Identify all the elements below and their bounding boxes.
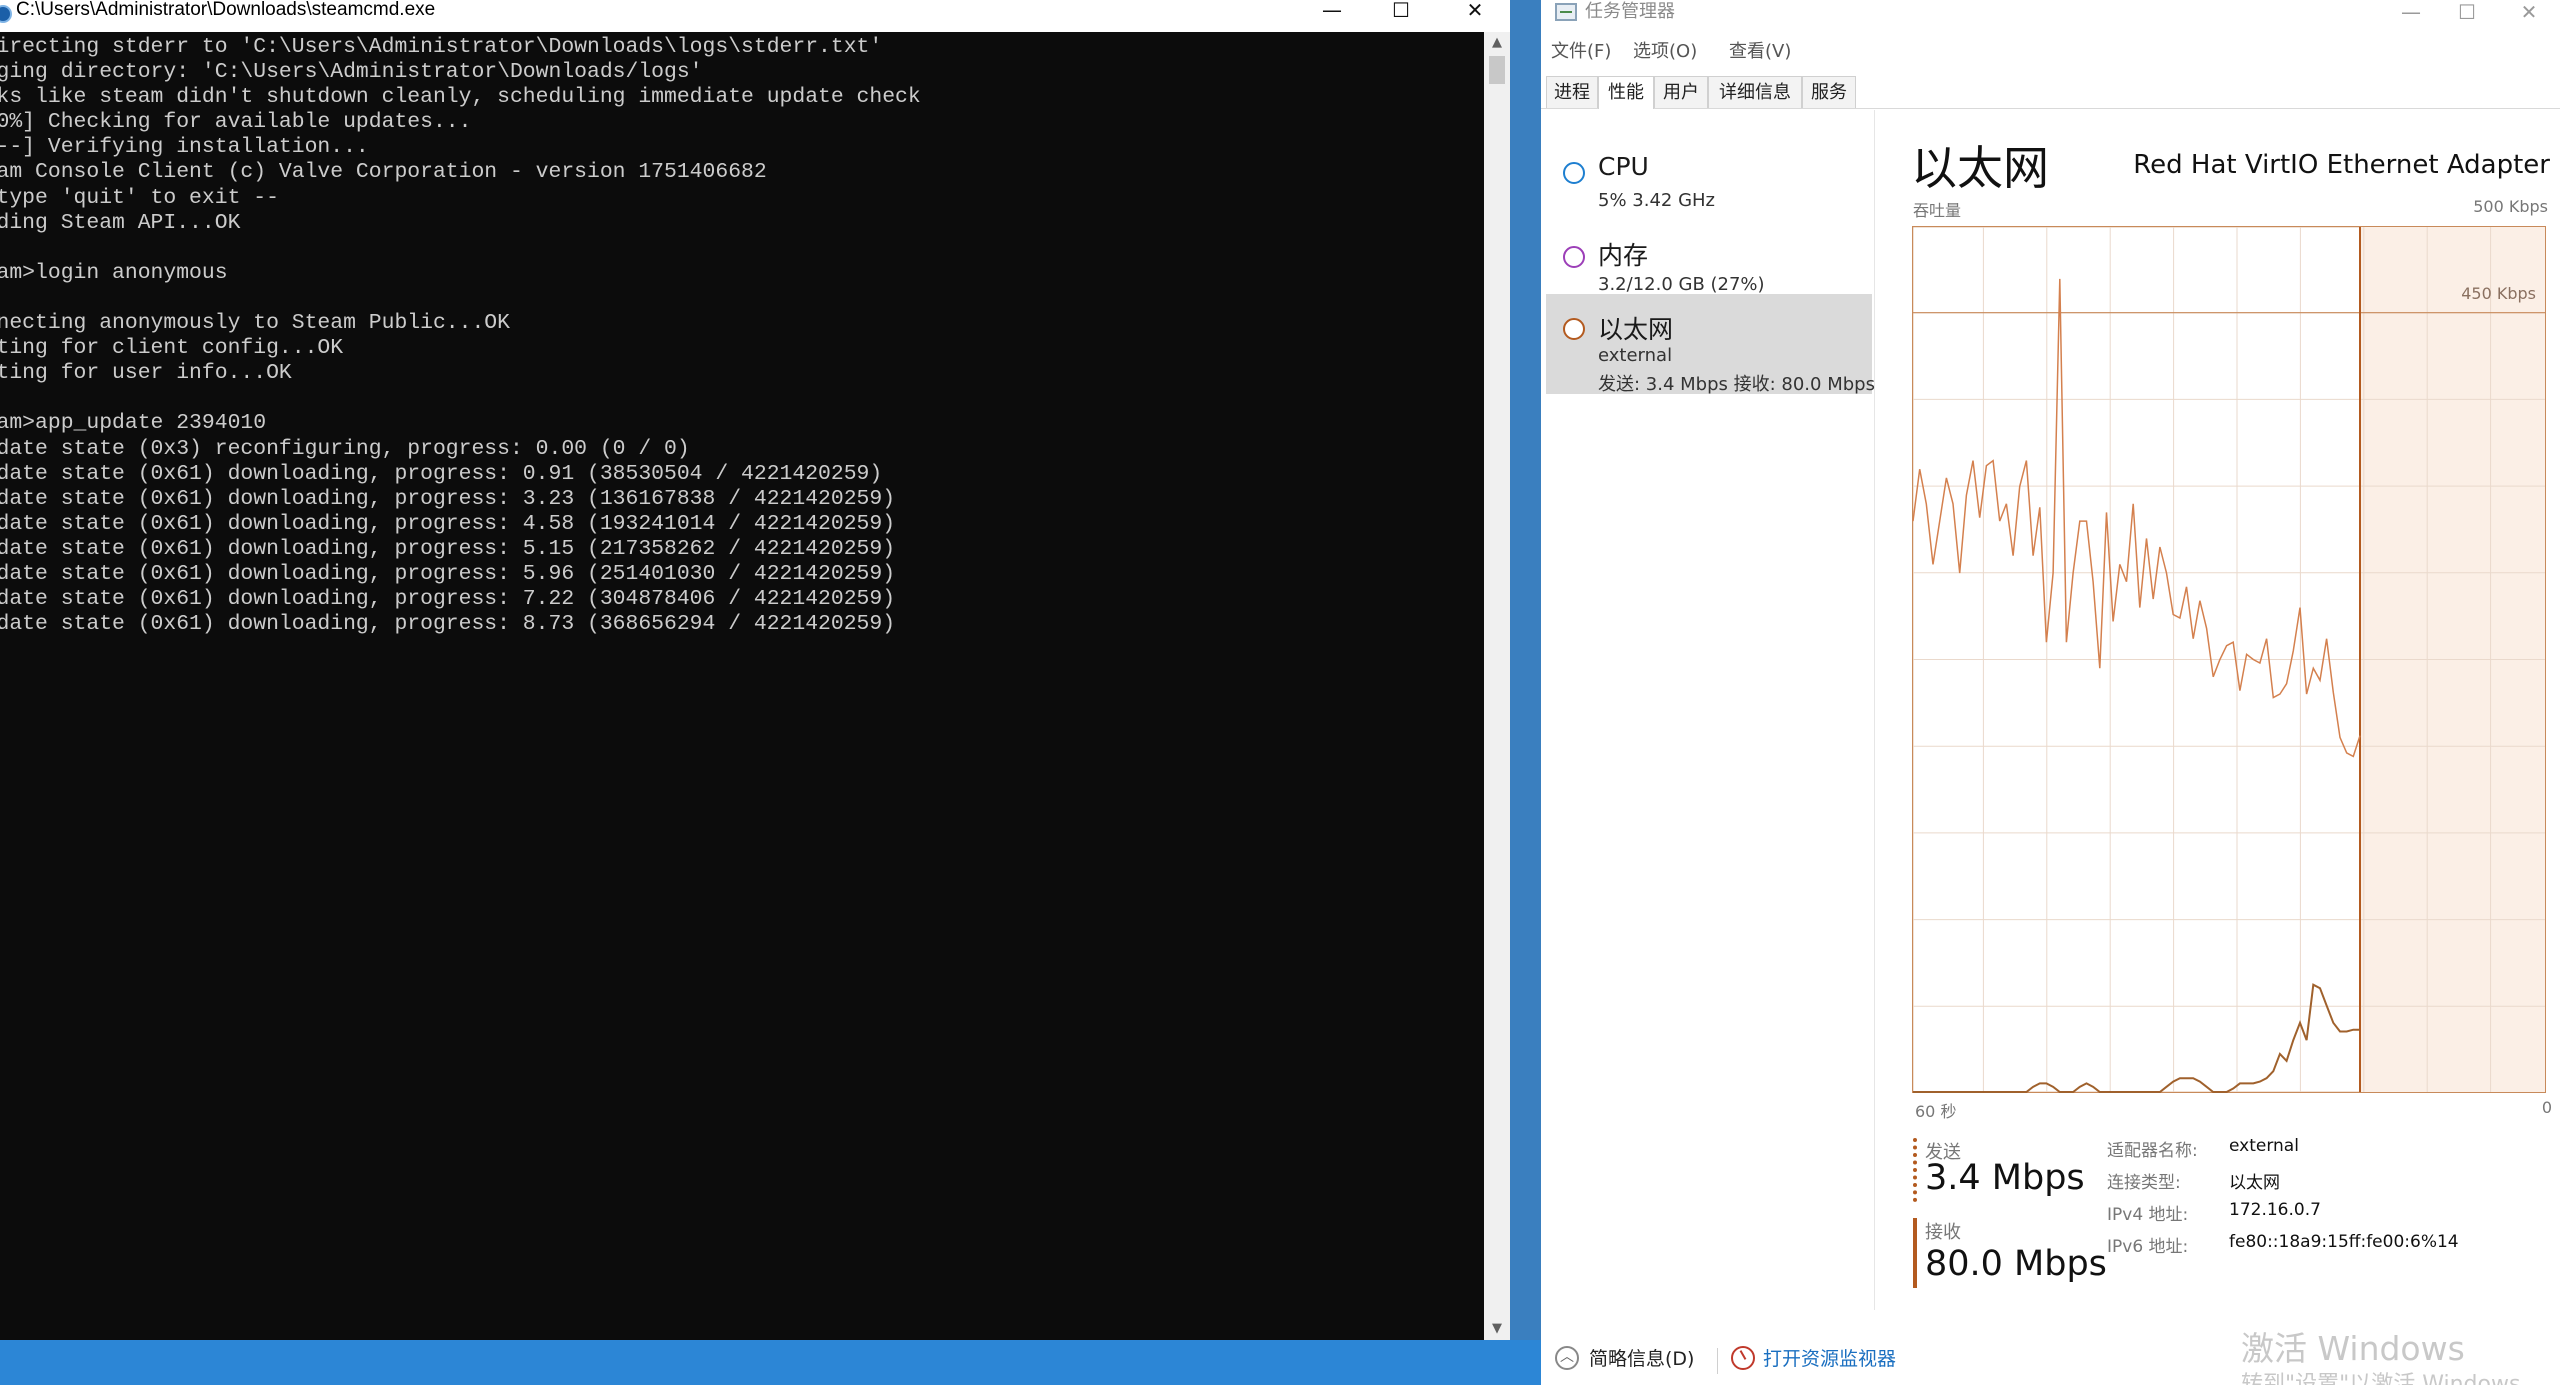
task-manager-icon bbox=[1555, 3, 1577, 21]
chevron-up-icon: ︿ bbox=[1555, 1345, 1579, 1370]
ethernet-label: 以太网 bbox=[1598, 315, 1674, 344]
menu-options[interactable]: 选项(O) bbox=[1633, 38, 1697, 66]
activate-windows-watermark: 激活 Windows bbox=[2241, 1329, 2465, 1368]
graph-label: 吞吐量 bbox=[1913, 201, 1962, 220]
console-output[interactable]: Redirecting stderr to 'C:\Users\Administ… bbox=[0, 35, 1484, 1340]
prop-connection-type-value: 以太网 bbox=[2229, 1173, 2280, 1193]
scale-450-label: 450 Kbps bbox=[2461, 284, 2536, 303]
prop-ipv4-value: 172.16.0.7 bbox=[2229, 1200, 2321, 1220]
console-scrollbar[interactable]: ▲ ▼ bbox=[1484, 32, 1510, 1340]
console-window[interactable]: C:\Users\Administrator\Downloads\steamcm… bbox=[0, 0, 1510, 1340]
memory-ring-icon bbox=[1563, 246, 1585, 268]
cpu-label: CPU bbox=[1598, 152, 1649, 181]
menu-file[interactable]: 文件(F) bbox=[1551, 38, 1611, 66]
fewer-details-button[interactable]: ︿ 简略信息(D) bbox=[1555, 1344, 1694, 1371]
prop-ipv6-value: fe80::18a9:15ff:fe00:6%14 bbox=[2229, 1232, 2459, 1252]
send-value: 3.4 Mbps bbox=[1925, 1158, 2085, 1198]
tab-services[interactable]: 服务 bbox=[1802, 76, 1856, 108]
tm-maximize-button[interactable]: ☐ bbox=[2447, 2, 2487, 24]
receive-label: 接收 bbox=[1925, 1222, 1961, 1243]
fewer-details-label: 简略信息(D) bbox=[1589, 1348, 1695, 1370]
tab-processes[interactable]: 进程 bbox=[1546, 76, 1598, 108]
prop-connection-type-key: 连接类型: bbox=[2107, 1173, 2181, 1193]
scale-max-label: 500 Kbps bbox=[2473, 197, 2548, 216]
send-stat: 发送 3.4 Mbps bbox=[1913, 1138, 2113, 1208]
console-titlebar[interactable]: C:\Users\Administrator\Downloads\steamcm… bbox=[0, 0, 1510, 32]
time-left-label: 60 秒 bbox=[1915, 1102, 1957, 1121]
resource-sidebar: CPU 5% 3.42 GHz 内存 3.2/12.0 GB (27%) 以太网… bbox=[1541, 110, 1875, 1310]
memory-usage: 3.2/12.0 GB (27%) bbox=[1598, 274, 1765, 295]
desktop-background bbox=[1510, 0, 1541, 1385]
cpu-usage: 5% 3.42 GHz bbox=[1598, 190, 1716, 211]
receive-value: 80.0 Mbps bbox=[1925, 1244, 2107, 1284]
activate-windows-subtext: 转到"设置"以激活 Windows bbox=[2241, 1372, 2521, 1385]
open-resource-monitor-label: 打开资源监视器 bbox=[1763, 1348, 1897, 1370]
send-legend-bar bbox=[1913, 1138, 1917, 1202]
time-right-label: 0 bbox=[2541, 1098, 2552, 1117]
ethernet-ring-icon bbox=[1563, 318, 1585, 340]
scroll-down-arrow-icon[interactable]: ▼ bbox=[1484, 1318, 1510, 1340]
tm-minimize-button[interactable]: — bbox=[2391, 2, 2431, 24]
task-manager-window[interactable]: 任务管理器 — ☐ ✕ 文件(F) 选项(O) 查看(V) 进程 性能 用户 详… bbox=[1541, 0, 2560, 1385]
close-button[interactable]: ✕ bbox=[1440, 0, 1510, 22]
resource-monitor-icon bbox=[1731, 1345, 1755, 1370]
memory-label: 内存 bbox=[1598, 241, 1649, 270]
prop-adapter-name-value: external bbox=[2229, 1136, 2299, 1156]
page-title: 以太网 bbox=[1911, 141, 2049, 195]
sidebar-item-ethernet[interactable]: 以太网 external 发送: 3.4 Mbps 接收: 80.0 Mbps bbox=[1546, 294, 1875, 395]
tab-users[interactable]: 用户 bbox=[1654, 76, 1708, 108]
tab-bar: 进程 性能 用户 详细信息 服务 bbox=[1541, 76, 2560, 109]
console-title: C:\Users\Administrator\Downloads\steamcm… bbox=[16, 0, 436, 20]
adapter-name: Red Hat VirtIO Ethernet Adapter bbox=[2133, 150, 2550, 180]
tab-performance[interactable]: 性能 bbox=[1598, 76, 1654, 109]
prop-adapter-name-key: 适配器名称: bbox=[2107, 1141, 2198, 1161]
throughput-graph bbox=[1912, 226, 2546, 1093]
maximize-button[interactable]: ☐ bbox=[1366, 0, 1436, 22]
prop-ipv6-key: IPv6 地址: bbox=[2107, 1237, 2189, 1257]
tab-details[interactable]: 详细信息 bbox=[1708, 76, 1802, 108]
receive-stat: 接收 80.0 Mbps bbox=[1913, 1218, 2113, 1288]
task-manager-title: 任务管理器 bbox=[1585, 1, 1675, 22]
desktop-background-bottom bbox=[0, 1340, 1541, 1385]
receive-legend-bar bbox=[1913, 1218, 1917, 1288]
tm-close-button[interactable]: ✕ bbox=[2509, 2, 2549, 24]
minimize-button[interactable]: — bbox=[1297, 0, 1367, 22]
open-resource-monitor-link[interactable]: 打开资源监视器 bbox=[1731, 1344, 1896, 1371]
ethernet-adapter-name: external bbox=[1598, 345, 1673, 366]
ethernet-throughput: 发送: 3.4 Mbps 接收: 80.0 Mbps bbox=[1598, 374, 1875, 395]
bottom-divider bbox=[1717, 1348, 1718, 1374]
steamcmd-app-icon bbox=[0, 5, 12, 23]
scrollbar-thumb[interactable] bbox=[1489, 56, 1505, 84]
prop-ipv4-key: IPv4 地址: bbox=[2107, 1205, 2189, 1225]
menu-view[interactable]: 查看(V) bbox=[1729, 38, 1791, 66]
scroll-up-arrow-icon[interactable]: ▲ bbox=[1484, 32, 1510, 54]
cpu-ring-icon bbox=[1563, 162, 1585, 184]
